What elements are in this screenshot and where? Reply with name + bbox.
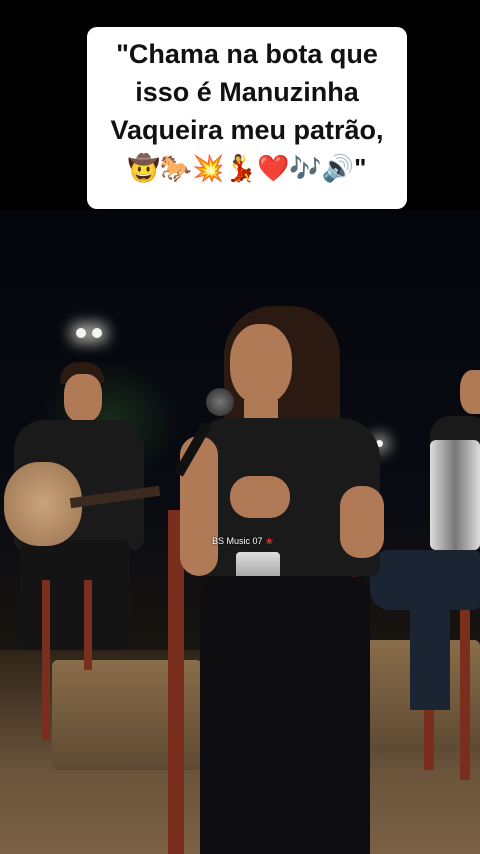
singer-face bbox=[230, 324, 292, 404]
microphone-icon bbox=[206, 388, 234, 416]
video-frame[interactable]: BS Music 07 ❀ bbox=[0, 210, 480, 854]
watermark: BS Music 07 ❀ bbox=[212, 536, 273, 547]
caption-line-1: "Chama na bota que bbox=[116, 39, 378, 69]
accordion bbox=[430, 440, 480, 550]
guitarist-legs bbox=[20, 540, 130, 650]
accordion-player-leg bbox=[410, 600, 450, 710]
caption-emoji-line: 🤠🐎💥💃❤️🎶🔊" bbox=[127, 153, 367, 183]
rose-icon: ❀ bbox=[265, 536, 274, 546]
accordion-player-face bbox=[460, 370, 480, 414]
singer bbox=[170, 306, 390, 854]
stool-left-leg-2 bbox=[84, 580, 92, 670]
guitarist-face bbox=[64, 374, 102, 422]
singer-arm-right bbox=[340, 486, 384, 558]
stadium-light-1 bbox=[76, 328, 86, 338]
caption-card: "Chama na bota que isso é Manuzinha Vaqu… bbox=[87, 27, 407, 209]
caption-line-3: Vaqueira meu patrão, bbox=[110, 115, 384, 145]
stool-left-leg-1 bbox=[42, 580, 50, 740]
watermark-text: BS Music 07 bbox=[212, 536, 263, 546]
caption-line-2: isso é Manuzinha bbox=[135, 77, 359, 107]
stadium-light-2 bbox=[92, 328, 102, 338]
singer-jeans bbox=[200, 576, 370, 854]
singer-hand-chest bbox=[230, 476, 290, 518]
